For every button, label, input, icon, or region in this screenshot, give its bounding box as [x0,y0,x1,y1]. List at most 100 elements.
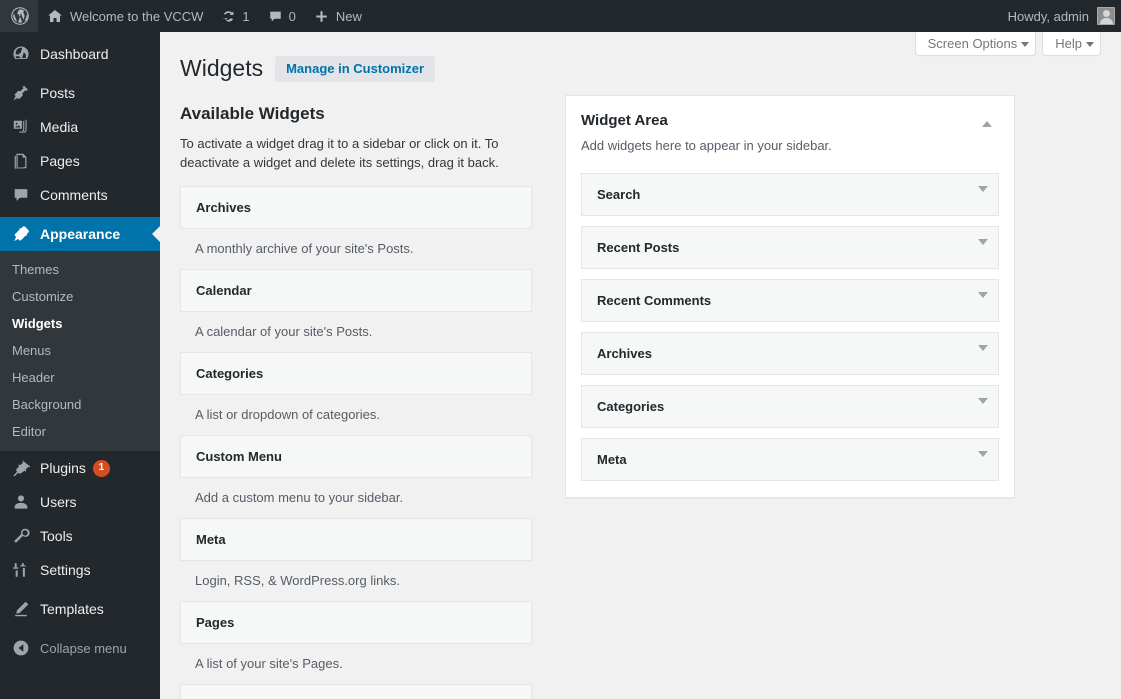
sidebar-item-label: Settings [40,562,91,578]
widget-handle[interactable]: Categories [180,352,532,395]
chevron-down-icon [1021,41,1030,47]
wordpress-logo-button[interactable] [0,0,38,32]
available-widget-next-partial [180,684,532,699]
pin-icon [11,83,31,103]
widget-description: A calendar of your site's Posts. [195,324,373,339]
pages-icon [11,151,31,171]
widget-handle[interactable] [180,684,532,699]
plugins-update-badge: 1 [92,459,110,477]
widget-area-title: Widget Area [581,112,668,129]
sidebar-item-media[interactable]: Media [0,110,160,144]
widget-description: Login, RSS, & WordPress.org links. [195,573,400,588]
comments-button[interactable]: 0 [259,0,305,32]
available-widgets-description: To activate a widget drag it to a sideba… [180,136,499,170]
submenu-item-menus[interactable]: Menus [0,337,160,364]
avatar [1097,7,1115,25]
widget-expand-toggle[interactable] [978,450,988,472]
widget-description: A monthly archive of your site's Posts. [195,241,414,256]
sidebar-item-label: Media [40,119,79,135]
available-widget-meta: Meta Login, RSS, & WordPress.org links. [180,518,532,601]
page-header: Widgets Manage in Customizer [180,54,436,83]
sidebar-item-label: Posts [40,85,76,101]
sidebar-item-dashboard[interactable]: Dashboard [0,37,160,71]
sidebar-item-label: Plugins [40,460,86,476]
available-widget-categories: Categories A list or dropdown of categor… [180,352,532,435]
sidebar-item-plugins[interactable]: Plugins 1 [0,451,160,485]
widget-handle[interactable]: Custom Menu [180,435,532,478]
submenu-item-themes[interactable]: Themes [0,256,160,283]
updates-count: 1 [242,8,250,24]
sidebar-widget-recent-comments[interactable]: Recent Comments [581,279,999,322]
comments-icon [11,185,31,205]
site-name-label: Welcome to the VCCW [70,8,204,24]
admin-bar-spacer [371,0,992,32]
home-icon [47,8,63,24]
sidebar-item-posts[interactable]: Posts [0,76,160,110]
sidebars-column: Widget Area Add widgets here to appear i… [565,95,1015,498]
chevron-down-icon [978,397,988,419]
widget-description: A list or dropdown of categories. [195,407,380,422]
howdy-label: Howdy, admin [1007,8,1089,24]
widget-expand-toggle[interactable] [978,238,988,260]
screen-options-toggle[interactable]: Screen Options [914,32,1037,56]
submenu-item-customize[interactable]: Customize [0,283,160,310]
screen-meta-links: Screen Options Help [914,32,1101,56]
sidebar-item-label: Templates [40,601,104,617]
site-name-menu[interactable]: Welcome to the VCCW [38,0,212,32]
updates-button[interactable]: 1 [212,0,258,32]
widget-area-widget-list: Search Recent Posts Recent Comments Arch… [581,173,999,481]
my-account-menu[interactable]: Howdy, admin [992,0,1121,32]
sidebar-item-tools[interactable]: Tools [0,519,160,553]
collapse-arrow-icon [11,639,31,657]
submenu-item-editor[interactable]: Editor [0,418,160,445]
submenu-item-background[interactable]: Background [0,391,160,418]
available-widget-pages: Pages A list of your site's Pages. [180,601,532,684]
widget-expand-toggle[interactable] [978,185,988,207]
chevron-down-icon [978,344,988,366]
new-content-button[interactable]: New [305,0,371,32]
submenu-item-header[interactable]: Header [0,364,160,391]
sidebar-widget-meta[interactable]: Meta [581,438,999,481]
sidebar-widget-search[interactable]: Search [581,173,999,216]
sidebar-widget-title: Search [597,187,641,202]
widget-expand-toggle[interactable] [978,397,988,419]
widget-expand-toggle[interactable] [978,344,988,366]
submenu-item-widgets[interactable]: Widgets [0,310,160,337]
content-area: Screen Options Help Widgets Manage in Cu… [160,32,1121,699]
settings-icon [11,560,31,580]
sidebar-widget-recent-posts[interactable]: Recent Posts [581,226,999,269]
wordpress-logo-icon [10,6,30,26]
widget-area-collapse-toggle[interactable] [973,110,1001,138]
dashboard-icon [11,44,31,64]
chevron-down-icon [978,291,988,313]
sidebar-item-label: Pages [40,153,80,169]
sidebar-item-comments[interactable]: Comments [0,178,160,212]
sidebar-item-appearance[interactable]: Appearance [0,217,160,251]
sidebar-item-settings[interactable]: Settings [0,553,160,587]
sidebar-item-users[interactable]: Users [0,485,160,519]
collapse-menu-button[interactable]: Collapse menu [0,631,160,665]
manage-in-customizer-button[interactable]: Manage in Customizer [275,55,436,82]
widget-area-header: Widget Area Add widgets here to appear i… [581,112,999,159]
widget-expand-toggle[interactable] [978,291,988,313]
sidebar-widget-categories[interactable]: Categories [581,385,999,428]
widget-handle[interactable]: Calendar [180,269,532,312]
chevron-up-icon [982,121,992,127]
sidebar-item-pages[interactable]: Pages [0,144,160,178]
widget-area-panel: Widget Area Add widgets here to appear i… [565,95,1015,498]
available-widget-archives: Archives A monthly archive of your site'… [180,186,532,269]
sidebar-widget-archives[interactable]: Archives [581,332,999,375]
appearance-icon [11,224,31,244]
sidebar-item-label: Users [40,494,77,510]
sidebar-item-label: Dashboard [40,46,109,62]
widget-description: Add a custom menu to your sidebar. [195,490,404,505]
widget-handle[interactable]: Pages [180,601,532,644]
screen-options-label: Screen Options [927,36,1018,51]
widget-handle[interactable]: Archives [180,186,532,229]
widget-handle[interactable]: Meta [180,518,532,561]
help-toggle[interactable]: Help [1042,32,1101,56]
sidebar-item-label: Appearance [40,226,121,242]
admin-bar: Welcome to the VCCW 1 0 New Howdy, admin [0,0,1121,32]
sidebar-item-templates[interactable]: Templates [0,592,160,626]
admin-sidebar-menu: Dashboard Posts Media Pages Comments App… [0,32,160,699]
